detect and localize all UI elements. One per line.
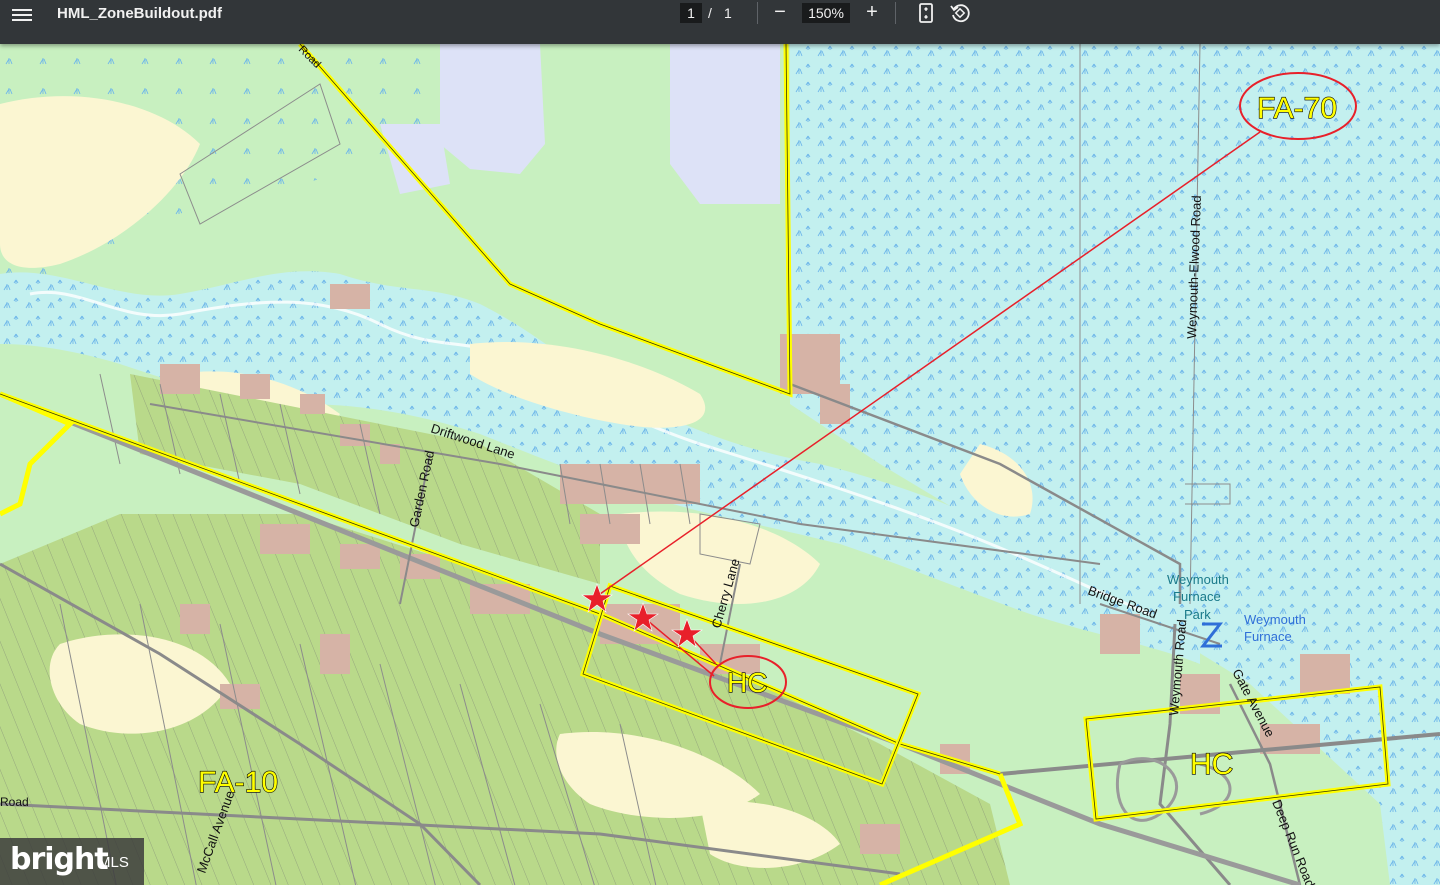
place-label-park-1: Weymouth [1167,572,1229,587]
page-number-input[interactable] [680,3,702,23]
zone-label-hc-west: HC [727,667,767,698]
zoom-out-button[interactable]: − [768,1,792,25]
zoom-input[interactable] [802,3,850,23]
rotate-icon[interactable] [948,1,972,25]
zone-label-fa10: FA-10 [198,766,278,799]
toolbar-divider [757,2,758,24]
menu-icon[interactable] [10,6,34,26]
watermark-brand: bright [10,842,109,877]
place-label-park-3: Park [1184,607,1211,622]
place-label-furnace-1: Weymouth [1244,612,1306,627]
document-title: HML_ZoneBuildout.pdf [57,5,222,22]
lake-area [440,44,545,174]
bright-mls-watermark: bright MLS [0,838,144,885]
zoom-in-button[interactable]: + [860,1,884,25]
pdf-toolbar: HML_ZoneBuildout.pdf / 1 − + [0,0,1440,44]
zoning-map[interactable]: FA-70 HC HC FA-10 Driftwood Lane Garden … [0,44,1440,885]
watermark-suffix: MLS [98,854,129,871]
road-label-left: Road [0,795,29,809]
zone-label-fa70: FA-70 [1257,92,1337,125]
page-separator: / [708,5,712,21]
place-label-park-2: Furnace [1173,589,1221,604]
lake-area [670,44,780,204]
fit-page-icon[interactable] [914,1,938,25]
toolbar-divider [895,2,896,24]
zone-label-hc-east: HC [1190,748,1233,781]
place-label-furnace-2: Furnace [1244,629,1292,644]
page-total: 1 [724,5,732,21]
